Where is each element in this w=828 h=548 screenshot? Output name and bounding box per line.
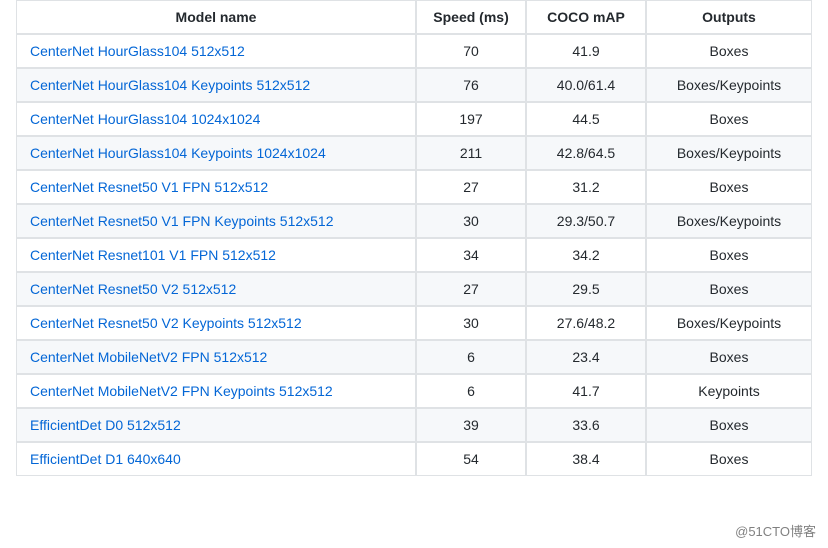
header-model-name: Model name — [16, 0, 416, 34]
cell-coco-map: 41.7 — [526, 374, 646, 408]
cell-coco-map: 41.9 — [526, 34, 646, 68]
model-link[interactable]: EfficientDet D1 640x640 — [30, 451, 181, 467]
cell-coco-map: 31.2 — [526, 170, 646, 204]
model-link[interactable]: CenterNet HourGlass104 1024x1024 — [30, 111, 260, 127]
cell-speed: 30 — [416, 306, 526, 340]
table-row: EfficientDet D1 640x640 5438.4Boxes — [16, 442, 812, 476]
cell-speed: 211 — [416, 136, 526, 170]
cell-model-name: CenterNet Resnet101 V1 FPN 512x512 — [16, 238, 416, 272]
cell-outputs: Boxes — [646, 408, 812, 442]
cell-speed: 70 — [416, 34, 526, 68]
cell-speed: 54 — [416, 442, 526, 476]
model-link[interactable]: CenterNet Resnet50 V2 512x512 — [30, 281, 236, 297]
cell-model-name: CenterNet HourGlass104 512x512 — [16, 34, 416, 68]
cell-outputs: Boxes/Keypoints — [646, 306, 812, 340]
cell-model-name: CenterNet Resnet50 V1 FPN Keypoints 512x… — [16, 204, 416, 238]
cell-outputs: Boxes — [646, 442, 812, 476]
cell-model-name: CenterNet Resnet50 V2 Keypoints 512x512 — [16, 306, 416, 340]
model-link[interactable]: CenterNet HourGlass104 512x512 — [30, 43, 245, 59]
table-row: CenterNet Resnet50 V2 512x512 2729.5Boxes — [16, 272, 812, 306]
cell-coco-map: 42.8/64.5 — [526, 136, 646, 170]
cell-outputs: Boxes/Keypoints — [646, 136, 812, 170]
cell-model-name: CenterNet HourGlass104 1024x1024 — [16, 102, 416, 136]
cell-outputs: Boxes — [646, 170, 812, 204]
cell-coco-map: 40.0/61.4 — [526, 68, 646, 102]
cell-outputs: Boxes — [646, 102, 812, 136]
cell-outputs: Boxes — [646, 272, 812, 306]
table-row: CenterNet MobileNetV2 FPN 512x512 623.4Bo… — [16, 340, 812, 374]
model-table: Model name Speed (ms) COCO mAP Outputs C… — [16, 0, 812, 476]
watermark-text: @51CTO博客 — [735, 521, 816, 540]
table-row: CenterNet Resnet50 V2 Keypoints 512x512 3… — [16, 306, 812, 340]
table-row: CenterNet Resnet101 V1 FPN 512x512 3434.2… — [16, 238, 812, 272]
cell-outputs: Boxes — [646, 34, 812, 68]
model-link[interactable]: CenterNet Resnet50 V1 FPN 512x512 — [30, 179, 268, 195]
model-link[interactable]: CenterNet Resnet101 V1 FPN 512x512 — [30, 247, 276, 263]
table-body: CenterNet HourGlass104 512x5127041.9Boxe… — [16, 34, 812, 476]
cell-model-name: CenterNet MobileNetV2 FPN 512x512 — [16, 340, 416, 374]
cell-model-name: EfficientDet D1 640x640 — [16, 442, 416, 476]
cell-coco-map: 29.5 — [526, 272, 646, 306]
cell-coco-map: 34.2 — [526, 238, 646, 272]
cell-model-name: CenterNet Resnet50 V2 512x512 — [16, 272, 416, 306]
cell-coco-map: 38.4 — [526, 442, 646, 476]
table-row: CenterNet HourGlass104 1024x1024 19744.5B… — [16, 102, 812, 136]
table-row: CenterNet HourGlass104 512x512 7041.9Boxe… — [16, 34, 812, 68]
cell-speed: 39 — [416, 408, 526, 442]
cell-coco-map: 23.4 — [526, 340, 646, 374]
table-row: EfficientDet D0 512x512 3933.6Boxes — [16, 408, 812, 442]
cell-speed: 34 — [416, 238, 526, 272]
cell-model-name: CenterNet MobileNetV2 FPN Keypoints 512x… — [16, 374, 416, 408]
cell-speed: 6 — [416, 340, 526, 374]
cell-outputs: Boxes — [646, 238, 812, 272]
cell-coco-map: 27.6/48.2 — [526, 306, 646, 340]
model-link[interactable]: CenterNet MobileNetV2 FPN 512x512 — [30, 349, 267, 365]
table-row: CenterNet MobileNetV2 FPN Keypoints 512x… — [16, 374, 812, 408]
cell-model-name: CenterNet Resnet50 V1 FPN 512x512 — [16, 170, 416, 204]
cell-outputs: Boxes — [646, 340, 812, 374]
cell-speed: 197 — [416, 102, 526, 136]
cell-outputs: Keypoints — [646, 374, 812, 408]
cell-speed: 6 — [416, 374, 526, 408]
header-coco-map: COCO mAP — [526, 0, 646, 34]
cell-model-name: CenterNet HourGlass104 Keypoints 1024x10… — [16, 136, 416, 170]
cell-model-name: CenterNet HourGlass104 Keypoints 512x512 — [16, 68, 416, 102]
model-link[interactable]: CenterNet HourGlass104 Keypoints 1024x10… — [30, 145, 326, 161]
cell-speed: 27 — [416, 170, 526, 204]
cell-model-name: EfficientDet D0 512x512 — [16, 408, 416, 442]
cell-coco-map: 33.6 — [526, 408, 646, 442]
model-link[interactable]: CenterNet MobileNetV2 FPN Keypoints 512x… — [30, 383, 333, 399]
table-header-row: Model name Speed (ms) COCO mAP Outputs — [16, 0, 812, 34]
model-link[interactable]: EfficientDet D0 512x512 — [30, 417, 181, 433]
header-speed: Speed (ms) — [416, 0, 526, 34]
model-table-container: Model name Speed (ms) COCO mAP Outputs C… — [0, 0, 828, 476]
table-row: CenterNet HourGlass104 Keypoints 1024x10… — [16, 136, 812, 170]
cell-outputs: Boxes/Keypoints — [646, 68, 812, 102]
cell-speed: 76 — [416, 68, 526, 102]
model-link[interactable]: CenterNet Resnet50 V2 Keypoints 512x512 — [30, 315, 302, 331]
table-row: CenterNet Resnet50 V1 FPN 512x512 2731.2B… — [16, 170, 812, 204]
cell-outputs: Boxes/Keypoints — [646, 204, 812, 238]
table-row: CenterNet Resnet50 V1 FPN Keypoints 512x… — [16, 204, 812, 238]
cell-speed: 30 — [416, 204, 526, 238]
cell-coco-map: 29.3/50.7 — [526, 204, 646, 238]
cell-speed: 27 — [416, 272, 526, 306]
model-link[interactable]: CenterNet HourGlass104 Keypoints 512x512 — [30, 77, 310, 93]
model-link[interactable]: CenterNet Resnet50 V1 FPN Keypoints 512x… — [30, 213, 334, 229]
cell-coco-map: 44.5 — [526, 102, 646, 136]
table-row: CenterNet HourGlass104 Keypoints 512x512… — [16, 68, 812, 102]
header-outputs: Outputs — [646, 0, 812, 34]
